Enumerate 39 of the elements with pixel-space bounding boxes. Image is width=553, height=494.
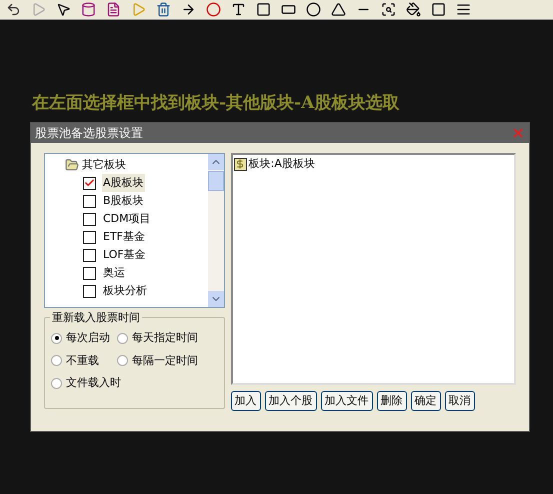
radio-button[interactable]: [51, 355, 62, 366]
window-title: 股票池备选股票设置: [35, 125, 143, 142]
radio-label: 文件载入时: [66, 375, 121, 391]
checkbox[interactable]: [83, 194, 96, 208]
tree-item[interactable]: LOF基金: [102, 246, 147, 264]
tree-item[interactable]: A股板块: [102, 174, 145, 192]
dialog-button[interactable]: 删除: [376, 391, 407, 411]
radio-button[interactable]: [117, 332, 128, 344]
dialog-button[interactable]: 加入个股: [264, 391, 317, 411]
dialog-button[interactable]: 取消: [444, 391, 475, 411]
radio-button[interactable]: [51, 378, 62, 389]
radio-label: 每隔一定时间: [132, 352, 198, 368]
scrollbar[interactable]: [208, 154, 224, 307]
dialog-button[interactable]: 加入文件: [320, 391, 373, 411]
checkbox[interactable]: [83, 230, 96, 244]
tree-item[interactable]: 板块分析: [102, 282, 148, 300]
tree-item[interactable]: CDM项目: [102, 210, 152, 228]
checkbox[interactable]: [83, 266, 96, 280]
tree-item[interactable]: 奥运: [102, 264, 126, 282]
checkbox[interactable]: [83, 284, 96, 298]
dialog-button[interactable]: 确定: [410, 391, 441, 411]
dollar-icon: [234, 158, 247, 171]
radio-label: 每天指定时间: [132, 330, 198, 346]
checkbox[interactable]: [83, 212, 96, 226]
tree-item[interactable]: ETF基金: [102, 228, 146, 246]
radio-label: 每次启动: [66, 330, 110, 346]
dialog-button[interactable]: 加入: [230, 391, 261, 411]
scroll-up-icon[interactable]: [208, 154, 224, 170]
radio-label: 不重载: [66, 352, 99, 368]
tree-item[interactable]: B股板块: [102, 192, 145, 210]
radio-button[interactable]: [51, 332, 62, 344]
instruction-text: 在左面选择框中找到板块-其他版块-A股板块选取: [30, 92, 400, 114]
radio-button[interactable]: [117, 355, 128, 366]
checkbox[interactable]: [83, 176, 96, 190]
scroll-down-icon[interactable]: [208, 291, 224, 307]
checkbox[interactable]: [83, 248, 96, 262]
scroll-thumb[interactable]: [208, 170, 224, 190]
list-item[interactable]: 板块:A股板块: [248, 156, 315, 172]
tree-node[interactable]: 其它板块: [82, 156, 126, 174]
